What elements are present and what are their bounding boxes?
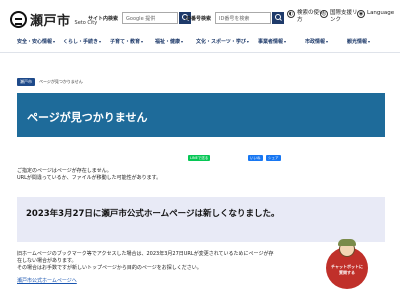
site-search-label: サイト内検索 <box>88 15 119 22</box>
notice-line-3: その場合はお手数ですが新しいトップページから目的のページをお探しください。 <box>17 265 202 271</box>
line-share-button[interactable]: LINEで送る <box>188 155 211 161</box>
globe-icon: ◎ <box>320 10 328 18</box>
id-search-button[interactable] <box>272 12 285 24</box>
nav-item-culture[interactable]: 文化・スポーツ・学び <box>196 38 249 45</box>
not-found-detail: URLが間違っているか、ファイルが移動した可能性があります。 <box>17 175 162 181</box>
breadcrumb-current: ページが見つかりません <box>39 79 83 84</box>
nav-item-safety[interactable]: 安全・安心情報 <box>17 38 55 45</box>
home-link[interactable]: 瀬戸市公式ホームページへ <box>17 277 77 284</box>
nav-divider <box>0 52 400 53</box>
nav-item-living[interactable]: くらし・手続き <box>63 38 101 45</box>
chatbot-label: チャットボットに 質問する <box>331 264 363 275</box>
nav-item-city-info[interactable]: 市政情報 <box>305 38 328 45</box>
site-logo[interactable]: 瀬戸市 Seto City <box>10 10 97 29</box>
page-title: ページが見つかりません <box>27 111 148 124</box>
nav-item-welfare[interactable]: 福祉・健康 <box>155 38 183 45</box>
breadcrumb: 瀬戸市 ページが見つかりません <box>17 78 83 86</box>
facebook-like-button[interactable]: いいね <box>248 155 263 161</box>
nav-item-business[interactable]: 事業者情報 <box>258 38 286 45</box>
notice-line-2: 在しない場合があります。 <box>17 258 77 264</box>
breadcrumb-home[interactable]: 瀬戸市 <box>17 78 35 86</box>
facebook-share-button[interactable]: シェア <box>266 155 281 161</box>
not-found-message: ご指定のページはページが存在しません。 <box>17 168 112 174</box>
international-support-link[interactable]: ◎ 国際支援リ ンク <box>320 10 358 24</box>
nav-item-tourism[interactable]: 観光情報 <box>347 38 370 45</box>
site-search: サイト内検索 Google 提供 <box>88 12 192 24</box>
nav-item-childcare[interactable]: 子育て・教育 <box>110 38 143 45</box>
accessibility-icon: ◐ <box>287 10 295 18</box>
city-emblem-icon <box>10 11 27 28</box>
search-help-link[interactable]: ◐ 検索の使い 方 <box>287 10 325 24</box>
language-icon: ◉ <box>357 10 365 18</box>
global-nav: 安全・安心情報 くらし・手続き 子育て・教育 福祉・健康 文化・スポーツ・学び … <box>0 36 400 48</box>
id-search: ID番号検索 ID番号を検索 <box>185 12 285 24</box>
notice-line-1: 旧ホームページのブックマーク等でアクセスした場合は、2023年3月27日URLが… <box>17 251 274 257</box>
id-search-input[interactable]: ID番号を検索 <box>215 12 272 24</box>
page-title-bar: ページが見つかりません <box>17 93 385 137</box>
language-link[interactable]: ◉ Language <box>357 10 394 18</box>
id-search-label: ID番号検索 <box>185 15 212 22</box>
logo-text: 瀬戸市 <box>30 14 71 29</box>
chatbot-button[interactable]: チャットボットに 質問する <box>326 239 368 289</box>
site-header: 瀬戸市 Seto City サイト内検索 Google 提供 ID番号検索 ID… <box>0 0 400 34</box>
site-search-input[interactable]: Google 提供 <box>122 12 179 24</box>
announcement-text: 2023年3月27日に瀬戸市公式ホームページは新しくなりました。 <box>26 209 280 219</box>
announcement-box: 2023年3月27日に瀬戸市公式ホームページは新しくなりました。 <box>17 197 385 242</box>
chatbot-mascot-icon <box>338 239 356 257</box>
